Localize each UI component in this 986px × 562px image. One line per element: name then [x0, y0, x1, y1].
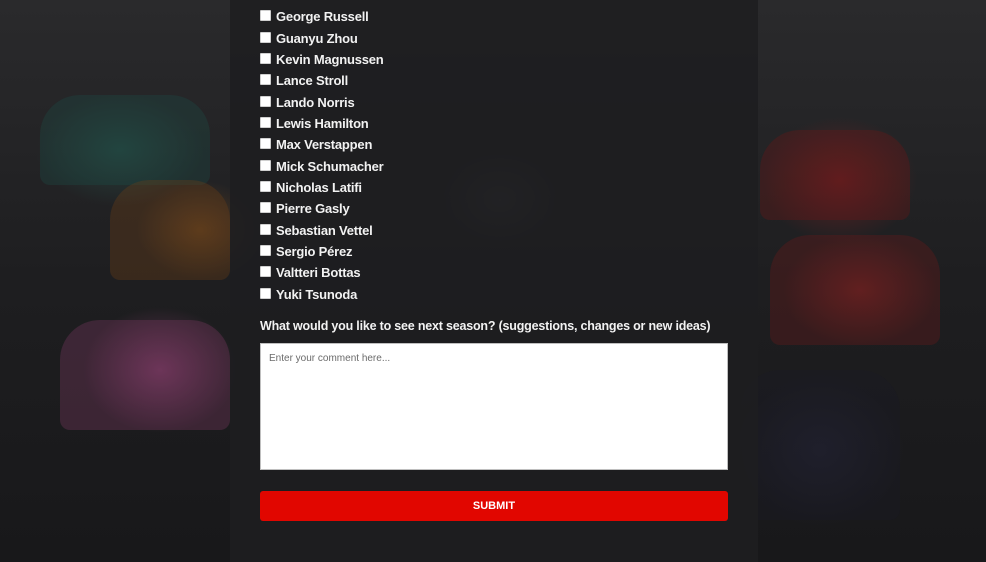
- driver-label: Lewis Hamilton: [276, 115, 369, 131]
- driver-option[interactable]: Valtteri Bottas: [260, 262, 384, 283]
- driver-option[interactable]: Lando Norris: [260, 91, 384, 112]
- background-car: [110, 180, 230, 280]
- driver-label: Yuki Tsunoda: [276, 286, 358, 302]
- checkbox[interactable]: [260, 74, 271, 86]
- checkbox[interactable]: [260, 202, 271, 214]
- checkbox[interactable]: [260, 223, 271, 235]
- driver-option[interactable]: Mick Schumacher: [260, 155, 384, 176]
- driver-option[interactable]: Lewis Hamilton: [260, 113, 384, 134]
- driver-label: Valtteri Bottas: [276, 265, 361, 281]
- driver-option[interactable]: Sebastian Vettel: [260, 219, 384, 240]
- driver-label: Kevin Magnussen: [276, 51, 384, 67]
- driver-label: Pierre Gasly: [276, 201, 350, 217]
- background-car: [770, 235, 940, 345]
- driver-option[interactable]: Kevin Magnussen: [260, 49, 384, 70]
- driver-option[interactable]: Pierre Gasly: [260, 198, 384, 219]
- checkbox[interactable]: [260, 180, 271, 192]
- driver-option[interactable]: Yuki Tsunoda: [260, 283, 384, 304]
- driver-option[interactable]: Max Verstappen: [260, 134, 384, 155]
- checkbox[interactable]: [260, 52, 271, 64]
- driver-label: Lando Norris: [276, 94, 355, 110]
- driver-label: Sebastian Vettel: [276, 222, 373, 238]
- background-car: [740, 370, 900, 520]
- driver-label: George Russell: [276, 9, 369, 25]
- checkbox[interactable]: [260, 266, 271, 278]
- background-car: [60, 320, 230, 430]
- background-car: [40, 95, 210, 185]
- submit-button[interactable]: SUBMIT: [260, 491, 728, 521]
- checkbox[interactable]: [260, 138, 271, 150]
- driver-option[interactable]: Sergio Pérez: [260, 241, 384, 262]
- checkbox[interactable]: [260, 287, 271, 299]
- driver-option[interactable]: Nicholas Latifi: [260, 177, 384, 198]
- driver-label: Nicholas Latifi: [276, 179, 362, 195]
- comment-textarea[interactable]: [260, 343, 728, 470]
- feedback-question: What would you like to see next season? …: [260, 319, 711, 333]
- checkbox[interactable]: [260, 116, 271, 128]
- driver-option[interactable]: Lance Stroll: [260, 70, 384, 91]
- checkbox[interactable]: [260, 95, 271, 107]
- driver-label: Sergio Pérez: [276, 243, 353, 259]
- checkbox[interactable]: [260, 10, 271, 22]
- driver-label: Lance Stroll: [276, 73, 349, 89]
- driver-option[interactable]: Guanyu Zhou: [260, 27, 384, 48]
- driver-label: Mick Schumacher: [276, 158, 384, 174]
- driver-label: Guanyu Zhou: [276, 30, 358, 46]
- driver-option[interactable]: George Russell: [260, 6, 384, 27]
- checkbox[interactable]: [260, 31, 271, 43]
- checkbox[interactable]: [260, 244, 271, 256]
- background-car: [760, 130, 910, 220]
- checkbox[interactable]: [260, 159, 271, 171]
- driver-checklist: George Russell Guanyu Zhou Kevin Magnuss…: [260, 6, 384, 305]
- driver-label: Max Verstappen: [276, 137, 373, 153]
